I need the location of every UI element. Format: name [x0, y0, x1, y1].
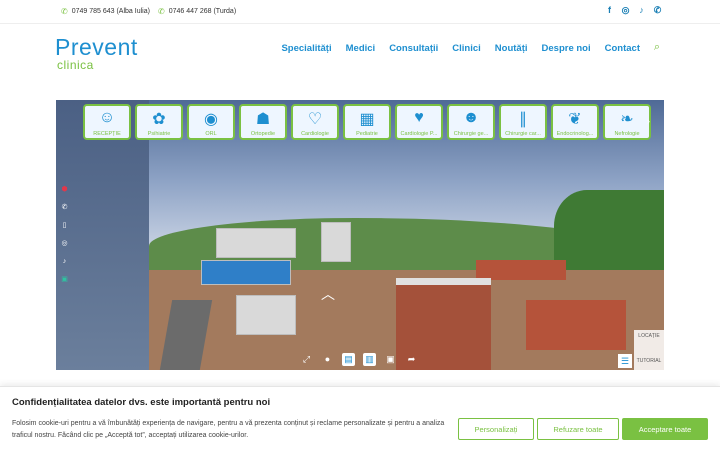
social-links: f ◎ ♪ ✆	[605, 5, 662, 16]
thumb-label: Endocrinolog...	[556, 131, 594, 137]
phone-turda-text: 0746 447 268 (Turda)	[168, 8, 237, 15]
logo-main-text: Prevent	[55, 34, 138, 60]
autorotate-icon[interactable]: ●	[321, 353, 334, 366]
tour-building	[201, 260, 291, 285]
thumb-chirurgie-generala[interactable]: ☻ Chirurgie ge...	[447, 104, 495, 140]
phone-icon: ✆	[61, 7, 68, 16]
instagram-icon[interactable]: ◎	[60, 239, 69, 248]
reject-all-button[interactable]: Refuzare toate	[537, 418, 619, 440]
nav-contact[interactable]: Contact	[605, 43, 640, 54]
thumb-label: Ortopedie	[250, 131, 276, 137]
nav-noutati[interactable]: Noutăți	[495, 43, 528, 54]
phone-icon: ✆	[158, 7, 165, 16]
kidney-icon: ❧	[620, 111, 634, 128]
nav-clinici[interactable]: Clinici	[452, 43, 481, 54]
map-icon[interactable]: ▣	[60, 275, 69, 284]
whatsapp-icon[interactable]: ✆	[653, 5, 662, 16]
main-nav: Specialități Medici Consultații Clinici …	[281, 43, 640, 54]
photo-icon[interactable]: ▣	[384, 353, 397, 366]
thumb-pediatrie[interactable]: ▦ Pediatrie	[343, 104, 391, 140]
heart-pulse-icon: ♡	[307, 111, 323, 128]
book-icon[interactable]: ▥	[363, 353, 376, 366]
thumb-ortopedie[interactable]: ☗ Ortopedie	[239, 104, 287, 140]
phone-turda[interactable]: ✆ 0746 447 268 (Turda)	[158, 7, 236, 16]
phone-icon[interactable]: ✆	[60, 203, 69, 212]
thumb-label: ORL	[205, 131, 217, 137]
tour-building	[236, 295, 296, 335]
facebook-icon[interactable]: f	[605, 5, 614, 16]
tiktok-icon[interactable]: ♪	[637, 5, 646, 16]
cookie-text: Folosim cookie-uri pentru a vă îmbunătăț…	[12, 420, 445, 439]
tour-building	[216, 228, 296, 258]
phone-alba-iulia[interactable]: ✆ 0749 785 643 (Alba Iulia)	[61, 7, 150, 16]
vessel-icon: ∥	[519, 111, 527, 128]
hospital-icon: ▦	[359, 111, 375, 128]
logo-badge-icon[interactable]: ⬢	[60, 185, 69, 194]
site-header: Prevent clinica Specialități Medici Cons…	[0, 24, 720, 84]
thumb-label: Cardiologie	[301, 131, 329, 137]
tour-bottom-controls: ⤢ ● ▤ ▥ ▣ ➦	[300, 353, 418, 366]
tour-building	[321, 222, 351, 262]
surgeon-icon: ☻	[462, 109, 480, 126]
thyroid-icon: ❦	[568, 111, 582, 128]
nav-medici[interactable]: Medici	[346, 43, 376, 54]
search-icon[interactable]: ⌕	[654, 41, 660, 54]
thumb-label: Psihiatrie	[147, 131, 171, 137]
thumb-cardiologie-pediatrica[interactable]: ♥ Cardiologie P...	[395, 104, 443, 140]
location-label: LOCAȚIE	[638, 333, 660, 339]
top-bar: ✆ 0749 785 643 (Alba Iulia) ✆ 0746 447 2…	[0, 0, 720, 24]
heart-icon: ♥	[414, 109, 424, 126]
brain-icon: ✿	[152, 111, 166, 128]
accept-all-button[interactable]: Acceptare toate	[622, 418, 708, 440]
share-icon[interactable]: ➦	[405, 353, 418, 366]
location-tab[interactable]: LOCAȚIE	[634, 330, 664, 354]
nav-specialitati[interactable]: Specialități	[281, 43, 331, 54]
reception-icon: ☺	[98, 109, 116, 126]
thumb-nefrologie[interactable]: ❧ Nefrologie	[603, 104, 651, 140]
instagram-icon[interactable]: ◎	[621, 5, 630, 16]
phone-alba-iulia-text: 0749 785 643 (Alba Iulia)	[71, 8, 150, 15]
tour-roof	[476, 260, 566, 280]
thumb-orl[interactable]: ◉ ORL	[187, 104, 235, 140]
chevron-up-icon[interactable]: ︿	[321, 284, 335, 304]
site-logo[interactable]: Prevent clinica	[55, 34, 165, 74]
doctor-icon: ☗	[255, 111, 271, 128]
tour-left-strip	[56, 100, 149, 370]
thumb-cardiologie[interactable]: ♡ Cardiologie	[291, 104, 339, 140]
tutorial-label: TUTORIAL	[636, 358, 662, 364]
thumb-chirurgie-cardiovasculara[interactable]: ∥ Chirurgie car...	[499, 104, 547, 140]
thumb-label: Pediatrie	[356, 131, 378, 137]
chevron-right-icon[interactable]: ›	[647, 116, 650, 126]
thumb-label: Chirurgie car...	[505, 131, 541, 137]
thumb-label: Cardiologie P...	[400, 131, 438, 137]
thumb-label: Chirurgie ge...	[453, 131, 489, 137]
thumb-endocrinologie[interactable]: ❦ Endocrinolog...	[551, 104, 599, 140]
map-view-icon[interactable]: ▤	[342, 353, 355, 366]
tiktok-icon[interactable]: ♪	[60, 257, 69, 266]
thumb-psihiatrie[interactable]: ✿ Psihiatrie	[135, 104, 183, 140]
virtual-tour[interactable]: ☺ RECEPȚIE ✿ Psihiatrie ◉ ORL ☗ Ortopedie ♡ C…	[56, 100, 664, 370]
document-icon[interactable]: ▯	[60, 221, 69, 230]
tour-side-controls: ⬢ ✆ ▯ ◎ ♪ ▣	[60, 185, 69, 284]
tour-roof	[526, 300, 626, 350]
thumb-label: RECEPȚIE	[93, 131, 121, 137]
nav-despre-noi[interactable]: Despre noi	[542, 43, 591, 54]
menu-icon[interactable]: ☰	[618, 354, 632, 368]
nav-consultatii[interactable]: Consultații	[389, 43, 438, 54]
cookie-title: Confidențialitatea datelor dvs. este imp…	[12, 397, 271, 408]
thumb-label: Nefrologie	[614, 131, 640, 137]
customize-button[interactable]: Personalizați	[458, 418, 534, 440]
tutorial-tab[interactable]: TUTORIAL	[634, 354, 664, 370]
tour-scene-thumbnails: ☺ RECEPȚIE ✿ Psihiatrie ◉ ORL ☗ Ortopedie ♡ C…	[83, 104, 651, 140]
fullscreen-icon[interactable]: ⤢	[300, 353, 313, 366]
head-icon: ◉	[204, 111, 218, 128]
thumb-receptie[interactable]: ☺ RECEPȚIE	[83, 104, 131, 140]
logo-sub-text: clinica	[57, 58, 94, 72]
cookie-banner: Confidențialitatea datelor dvs. este imp…	[0, 386, 720, 450]
